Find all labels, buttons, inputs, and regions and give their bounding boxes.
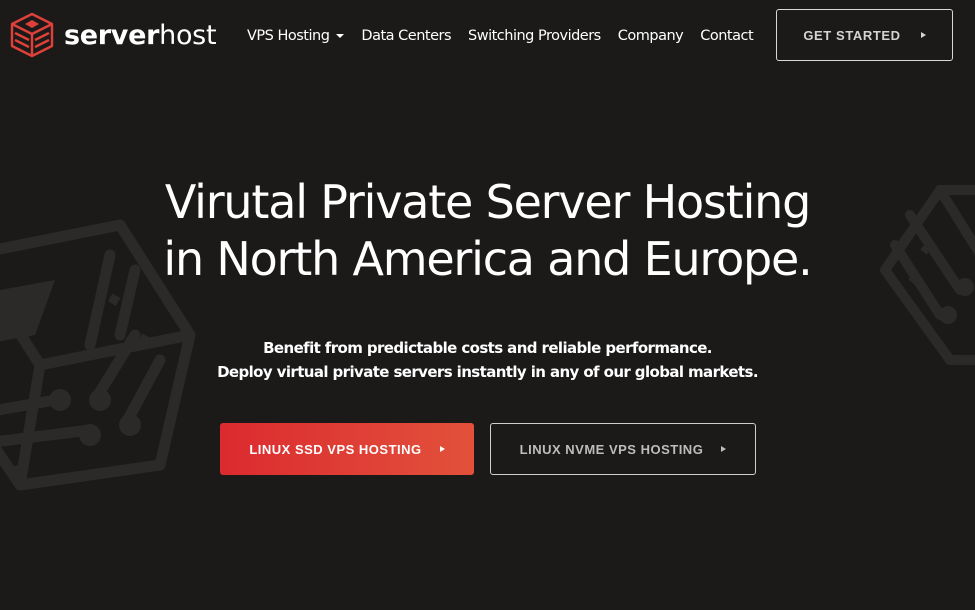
nav-item-label: Company: [617, 28, 684, 44]
chevron-down-icon: [336, 34, 345, 38]
linux-nvme-vps-hosting-button[interactable]: LINUX NVME VPS HOSTING: [490, 423, 756, 475]
nav-item-data-centers[interactable]: Data Centers: [361, 28, 451, 44]
brand-name-bold: server: [64, 19, 160, 51]
get-started-label: GET STARTED: [803, 27, 901, 43]
nav-item-label: Data Centers: [361, 28, 452, 44]
brand-logo[interactable]: serverhost: [10, 12, 217, 58]
linux-ssd-vps-hosting-button[interactable]: LINUX SSD VPS HOSTING: [220, 423, 474, 475]
nav-item-label: Contact: [700, 28, 754, 44]
brand-name: serverhost: [64, 19, 217, 51]
nav-item-company[interactable]: Company: [617, 28, 684, 44]
button-label: LINUX SSD VPS HOSTING: [249, 441, 422, 457]
nav-item-switching-providers[interactable]: Switching Providers: [468, 28, 601, 44]
nav-item-vps-hosting[interactable]: VPS Hosting: [247, 28, 345, 44]
nav-item-label: VPS Hosting: [247, 28, 330, 44]
play-triangle-icon: [721, 446, 727, 452]
site-header: serverhost VPS Hosting Data Centers Swit…: [0, 0, 975, 72]
server-cube-icon: [10, 12, 54, 58]
hero-title: Virutal Private Server Hosting in North …: [0, 174, 975, 288]
nav-item-contact[interactable]: Contact: [700, 28, 753, 44]
main-nav: VPS Hosting Data Centers Switching Provi…: [247, 25, 754, 47]
button-label: LINUX NVME VPS HOSTING: [519, 441, 704, 457]
brand-name-light: host: [159, 19, 217, 51]
nav-item-label: Switching Providers: [468, 28, 601, 44]
play-triangle-icon: [920, 32, 926, 38]
hero-title-line: Virutal Private Server Hosting: [164, 175, 811, 229]
hero-title-line: in North America and Europe.: [163, 232, 812, 286]
hero-subtitle: Benefit from predictable costs and relia…: [0, 336, 975, 384]
get-started-button[interactable]: GET STARTED: [776, 9, 953, 61]
play-triangle-icon: [439, 446, 445, 452]
hero-subtitle-line: Benefit from predictable costs and relia…: [263, 339, 712, 357]
hero-subtitle-line: Deploy virtual private servers instantly…: [217, 363, 758, 381]
